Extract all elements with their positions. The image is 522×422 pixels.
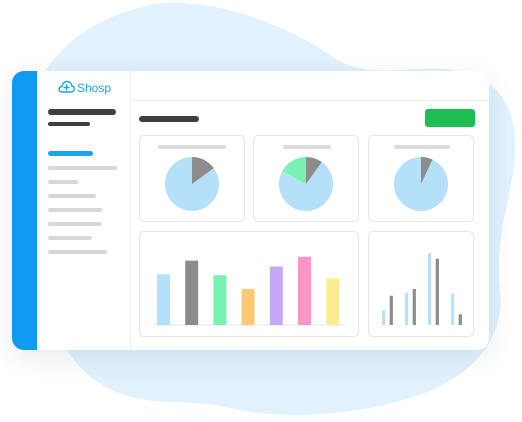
bar-chart-2-bar-4-series-2 xyxy=(458,314,462,325)
bar-chart-2-bar-4-series-1 xyxy=(451,293,455,325)
primary-action-button[interactable] xyxy=(425,109,475,127)
pie-chart-1 xyxy=(165,157,219,211)
pie-chart-3 xyxy=(394,157,448,211)
bar-chart-1 xyxy=(154,256,346,326)
bar-chart-2-bar-2-series-1 xyxy=(405,292,409,325)
bar-chart-1-bar-2 xyxy=(185,260,199,325)
app-window: Shosp xyxy=(12,71,489,350)
bar-chart-2-bar-2-series-2 xyxy=(412,288,416,325)
cloud-cross-logo-icon xyxy=(58,80,75,93)
sidebar-item-5[interactable] xyxy=(48,208,102,212)
sidebar-item-7[interactable] xyxy=(48,236,92,240)
pie-card-1 xyxy=(139,135,245,222)
bar-chart-1-bar-6 xyxy=(298,256,311,325)
sidebar-item-active[interactable] xyxy=(48,151,93,156)
bar-chart-1-bar-5 xyxy=(269,266,283,325)
bar-chart-2 xyxy=(382,252,462,325)
bar-chart-1-bar-1 xyxy=(157,274,170,325)
sidebar-item-6[interactable] xyxy=(48,222,102,226)
left-rail xyxy=(12,71,37,350)
bar-chart-1-bar-4 xyxy=(241,288,255,325)
bar-chart-1-bar-3 xyxy=(213,275,227,325)
bar-chart-2-bar-1-series-1 xyxy=(382,310,386,325)
pie-chart-2 xyxy=(279,157,333,211)
pie-card-3 xyxy=(368,135,474,222)
sidebar-title-placeholder xyxy=(48,109,116,115)
bar-chart-2-bar-1-series-2 xyxy=(389,295,393,325)
brand-name: Shosp xyxy=(77,81,112,95)
pie-card-2 xyxy=(253,135,359,222)
bar-card-1 xyxy=(139,231,359,337)
sidebar: Shosp xyxy=(37,71,131,350)
sidebar-item-4[interactable] xyxy=(48,194,96,198)
sidebar-subtitle-placeholder xyxy=(48,122,90,126)
sidebar-item-2[interactable] xyxy=(48,166,117,170)
bar-chart-2-bar-3-series-1 xyxy=(428,252,432,325)
bar-card-2 xyxy=(368,231,474,337)
page-title-placeholder xyxy=(139,116,199,122)
bar-chart-1-bar-7 xyxy=(326,278,340,325)
sidebar-item-3[interactable] xyxy=(48,180,78,184)
top-bar xyxy=(130,71,489,101)
bar-chart-2-bar-3-series-2 xyxy=(435,258,439,325)
sidebar-item-8[interactable] xyxy=(48,250,107,254)
